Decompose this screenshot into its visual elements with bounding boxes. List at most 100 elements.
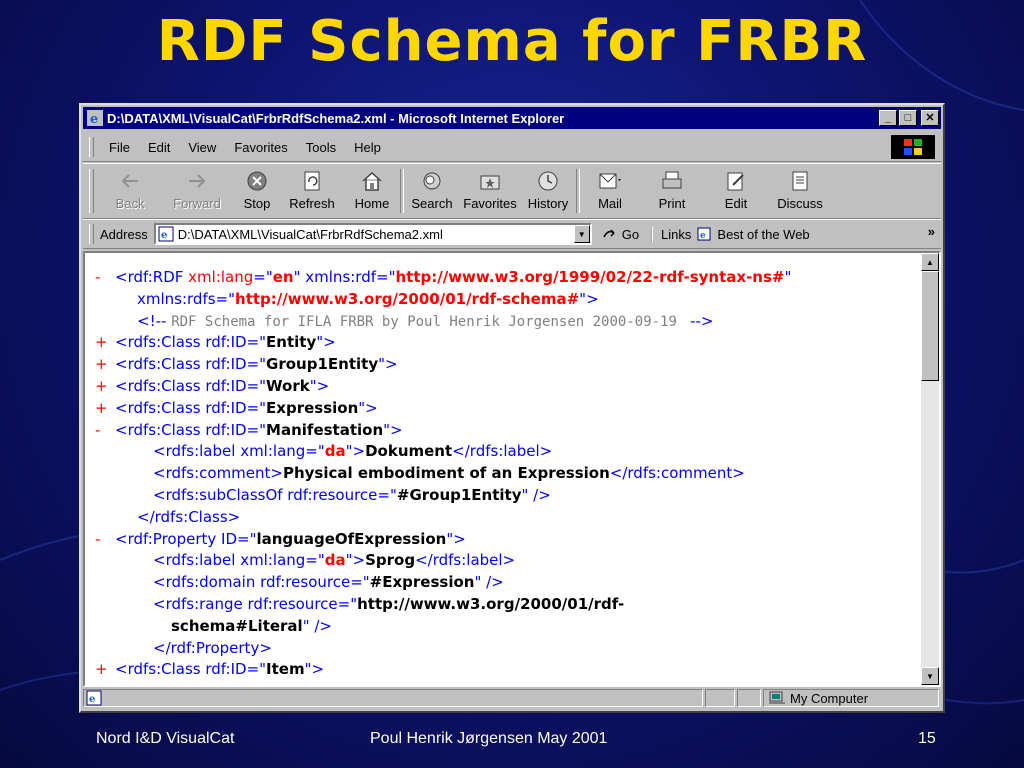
addressbar-grip[interactable] [89, 224, 94, 244]
menubar-grip[interactable] [89, 137, 94, 157]
favorites-button[interactable]: Favorites [460, 164, 520, 211]
scroll-up-button[interactable]: ▲ [921, 253, 939, 271]
mail-button[interactable]: Mail [580, 164, 640, 211]
xml-line: + <rdfs:Class rdf:ID="Item"> [95, 659, 917, 681]
expand-toggle[interactable]: + [95, 659, 109, 681]
refresh-button[interactable]: Refresh [280, 164, 344, 211]
xml-line: + <rdfs:Class rdf:ID="Entity"> [95, 332, 917, 354]
forward-button[interactable]: Forward [160, 164, 234, 211]
xml-line: - <rdf:RDF xml:lang="en" xmlns:rdf="http:… [95, 267, 917, 289]
xml-line: <!-- RDF Schema for IFLA FRBR by Poul He… [95, 311, 917, 333]
forward-label: Forward [173, 196, 221, 211]
xml-line: <rdfs:comment>Physical embodiment of an … [95, 463, 917, 485]
xml-line-text: <rdfs:label xml:lang="da">Sprog</rdfs:la… [153, 551, 516, 570]
go-button[interactable]: Go [602, 227, 639, 242]
edit-button[interactable]: Edit [704, 164, 768, 211]
collapse-toggle[interactable]: - [95, 529, 109, 551]
xml-line: <rdfs:domain rdf:resource="#Expression" … [95, 572, 917, 594]
collapse-toggle[interactable]: - [95, 267, 109, 289]
xml-line-text: <rdfs:domain rdf:resource="#Expression" … [153, 573, 504, 592]
svg-text:e: e [700, 231, 706, 241]
status-text: e [83, 689, 703, 707]
xml-line: <rdfs:label xml:lang="da">Dokument</rdfs… [95, 441, 917, 463]
xml-line: + <rdfs:Class rdf:ID="Group1Entity"> [95, 354, 917, 376]
scroll-thumb[interactable] [921, 271, 939, 381]
discuss-icon [792, 171, 808, 191]
print-button[interactable]: Print [640, 164, 704, 211]
more-links-button[interactable]: » [928, 224, 935, 239]
menu-favorites[interactable]: Favorites [225, 140, 296, 155]
xml-line-text: <rdfs:Class rdf:ID="Manifestation"> [115, 420, 403, 439]
ie-logo-icon: e [87, 110, 103, 126]
menu-help[interactable]: Help [345, 140, 390, 155]
address-input[interactable]: e D:\DATA\XML\VisualCat\FrbrRdfSchema2.x… [153, 223, 592, 245]
xml-line-text: <rdfs:Class rdf:ID="Expression"> [115, 398, 378, 417]
vertical-scrollbar[interactable]: ▲ ▼ [921, 253, 939, 685]
xml-line-text: </rdfs:Class> [137, 507, 241, 526]
expand-toggle[interactable]: + [95, 398, 109, 420]
search-icon [423, 172, 441, 190]
menu-file[interactable]: File [100, 140, 139, 155]
collapse-toggle[interactable]: - [95, 420, 109, 442]
links-label: Links [661, 226, 692, 242]
minimize-button[interactable]: _ [879, 110, 897, 126]
home-icon [362, 171, 382, 191]
xml-line-text: <rdfs:range rdf:resource="http://www.w3.… [153, 594, 625, 613]
search-button[interactable]: Search [404, 164, 460, 211]
home-label: Home [354, 196, 390, 211]
xml-line-text: <rdfs:subClassOf rdf:resource="#Group1En… [153, 485, 551, 504]
best-of-web-link[interactable]: Best of the Web [717, 227, 809, 242]
xml-line-text: <rdf:RDF xml:lang="en" xmlns:rdf="http:/… [115, 268, 792, 286]
xml-line-text: schema#Literal" /> [171, 616, 332, 635]
stop-button[interactable]: Stop [234, 164, 280, 211]
window-title: D:\DATA\XML\VisualCat\FrbrRdfSchema2.xml… [107, 110, 565, 126]
xml-line-text: <rdfs:Class rdf:ID="Item"> [115, 660, 325, 679]
link-page-icon: e [697, 227, 711, 241]
xml-line: + <rdfs:Class rdf:ID="Expression"> [95, 398, 917, 420]
address-bar: Address e D:\DATA\XML\VisualCat\FrbrRdfS… [83, 219, 941, 249]
xml-line: <rdfs:subClassOf rdf:resource="#Group1En… [95, 485, 917, 507]
expand-toggle[interactable]: + [95, 354, 109, 376]
menu-view[interactable]: View [179, 140, 225, 155]
forward-arrow-icon [189, 174, 206, 188]
go-arrow-icon [603, 229, 615, 238]
xml-document-view: - <rdf:RDF xml:lang="en" xmlns:rdf="http:… [83, 251, 941, 687]
edit-icon [727, 172, 744, 191]
favorites-icon [480, 175, 500, 190]
go-label: Go [621, 226, 640, 242]
address-dropdown-button[interactable]: ▼ [573, 225, 590, 243]
home-button[interactable]: Home [344, 164, 400, 211]
xml-line-text: <!-- RDF Schema for IFLA FRBR by Poul He… [137, 311, 714, 330]
toolbar-grip[interactable] [89, 169, 94, 213]
xml-line-text: </rdf:Property> [153, 638, 272, 657]
menu-tools[interactable]: Tools [297, 140, 345, 155]
scroll-down-button[interactable]: ▼ [921, 667, 939, 685]
chevron-down-icon: ▼ [926, 671, 934, 681]
xml-line: xmlns:rdfs="http://www.w3.org/2000/01/rd… [95, 289, 917, 311]
discuss-button[interactable]: Discuss [768, 164, 832, 211]
history-button[interactable]: History [520, 164, 576, 211]
xml-line: schema#Literal" /> [95, 616, 917, 638]
search-label: Search [411, 196, 453, 211]
links-bar[interactable]: Links e Best of the Web [651, 226, 810, 242]
expand-toggle[interactable]: + [95, 376, 109, 398]
maximize-button[interactable]: □ [899, 110, 917, 126]
xml-line-text: <rdfs:label xml:lang="da">Dokument</rdfs… [153, 442, 553, 461]
close-button[interactable]: ✕ [921, 110, 939, 126]
menu-edit[interactable]: Edit [139, 140, 179, 155]
svg-text:e: e [90, 112, 98, 126]
back-button[interactable]: Back [100, 164, 160, 211]
refresh-label: Refresh [289, 196, 335, 211]
xml-tree: - <rdf:RDF xml:lang="en" xmlns:rdf="http:… [95, 267, 917, 681]
chevron-up-icon: ▲ [926, 257, 934, 267]
xml-line: </rdf:Property> [95, 638, 917, 660]
refresh-icon [304, 171, 320, 191]
window-titlebar[interactable]: e D:\DATA\XML\VisualCat\FrbrRdfSchema2.x… [83, 107, 941, 129]
xml-line: - <rdfs:Class rdf:ID="Manifestation"> [95, 420, 917, 442]
maximize-icon: □ [904, 111, 912, 124]
history-icon [538, 171, 558, 191]
expand-toggle[interactable]: + [95, 332, 109, 354]
address-value: D:\DATA\XML\VisualCat\FrbrRdfSchema2.xml [177, 226, 443, 242]
page-icon: e [158, 226, 174, 242]
history-label: History [527, 196, 569, 211]
